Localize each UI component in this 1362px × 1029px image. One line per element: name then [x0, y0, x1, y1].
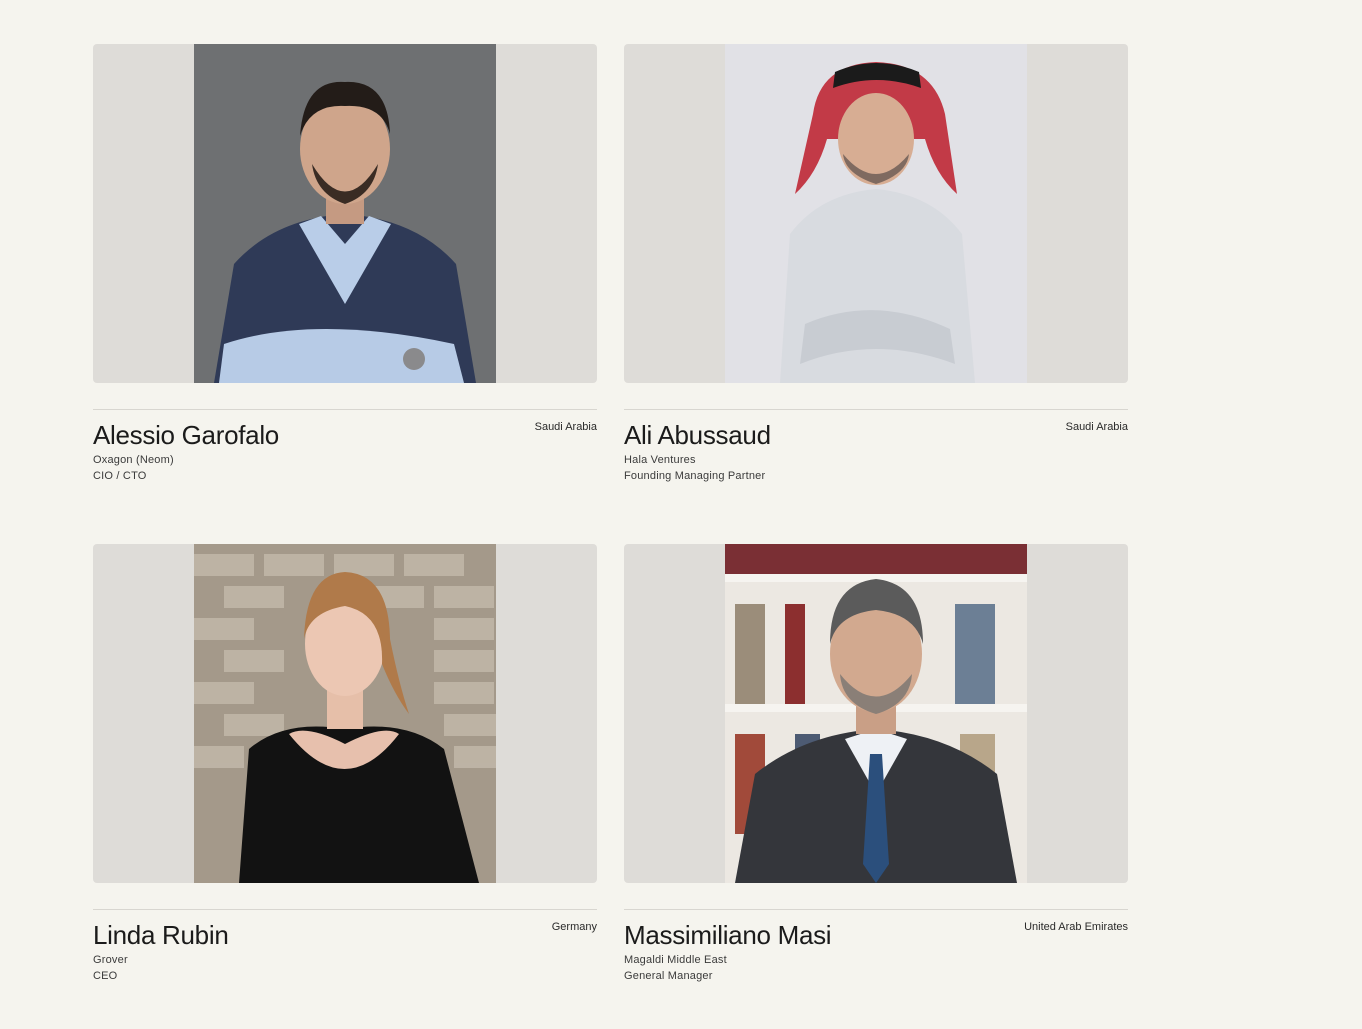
speaker-photo-frame[interactable]: [93, 544, 597, 883]
speaker-photo: [725, 44, 1027, 383]
portrait-illustration: [725, 544, 1027, 883]
speaker-photo-frame[interactable]: [93, 44, 597, 383]
speaker-company: Oxagon (Neom): [93, 454, 174, 466]
speaker-card[interactable]: Massimiliano Masi United Arab Emirates M…: [624, 544, 1128, 984]
speaker-photo: [725, 544, 1027, 883]
speaker-role: Founding Managing Partner: [624, 470, 766, 482]
speaker-country: Saudi Arabia: [534, 421, 597, 433]
speaker-name: Alessio Garofalo: [93, 420, 279, 450]
speaker-role: General Manager: [624, 970, 713, 982]
speaker-card[interactable]: Ali Abussaud Saudi Arabia Hala Ventures …: [624, 44, 1128, 484]
speaker-role: CIO / CTO: [93, 470, 147, 482]
portrait-illustration: [725, 44, 1027, 383]
speaker-meta: Linda Rubin Germany Grover CEO: [93, 910, 597, 984]
speaker-role: CEO: [93, 970, 118, 982]
speaker-company: Grover: [93, 954, 128, 966]
speaker-photo-frame[interactable]: [624, 544, 1128, 883]
speaker-meta: Massimiliano Masi United Arab Emirates M…: [624, 910, 1128, 984]
speaker-company: Hala Ventures: [624, 454, 696, 466]
speaker-card[interactable]: Linda Rubin Germany Grover CEO: [93, 544, 597, 984]
speaker-photo-frame[interactable]: [624, 44, 1128, 383]
portrait-illustration: [194, 544, 496, 883]
portrait-illustration: [194, 44, 496, 383]
speaker-name: Ali Abussaud: [624, 420, 771, 450]
speaker-meta: Ali Abussaud Saudi Arabia Hala Ventures …: [624, 410, 1128, 484]
speaker-country: United Arab Emirates: [1024, 921, 1128, 933]
speaker-company: Magaldi Middle East: [624, 954, 727, 966]
speaker-photo: [194, 44, 496, 383]
speaker-meta: Alessio Garofalo Saudi Arabia Oxagon (Ne…: [93, 410, 597, 484]
speaker-card[interactable]: Alessio Garofalo Saudi Arabia Oxagon (Ne…: [93, 44, 597, 484]
speaker-photo: [194, 544, 496, 883]
speaker-country: Saudi Arabia: [1065, 421, 1128, 433]
speakers-grid: Alessio Garofalo Saudi Arabia Oxagon (Ne…: [93, 44, 1128, 984]
speaker-name: Linda Rubin: [93, 920, 229, 950]
speaker-country: Germany: [551, 921, 597, 933]
